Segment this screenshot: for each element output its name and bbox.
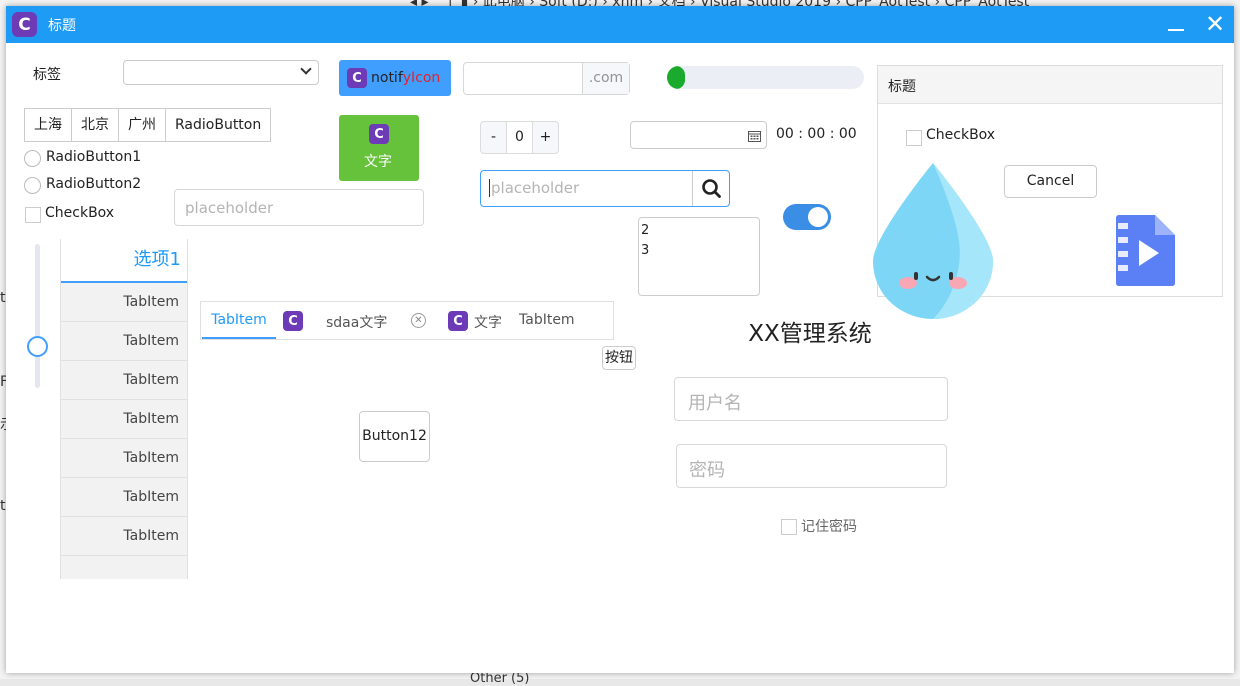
icon-button-label: 文字 <box>364 154 392 170</box>
password-input[interactable]: 密码 <box>676 444 947 488</box>
app-logo-icon: C <box>283 311 303 331</box>
tab-item[interactable]: TabItem <box>519 312 575 328</box>
tab-item-selected[interactable]: TabItem <box>202 302 276 339</box>
toggle-knob <box>808 207 828 227</box>
text-cursor <box>489 179 490 197</box>
notify-icon-button[interactable]: C notif yIcon <box>339 60 451 96</box>
small-button[interactable]: 按钮 <box>602 346 636 370</box>
app-logo-icon: C <box>369 124 389 144</box>
time-display[interactable]: 00 : 00 : 00 <box>776 126 857 142</box>
vertical-tab-item[interactable]: TabItem <box>61 439 187 478</box>
cancel-button[interactable]: Cancel <box>1004 165 1097 198</box>
segment-item[interactable]: 上海 <box>25 109 72 141</box>
vertical-tab-item[interactable]: TabItem <box>61 517 187 556</box>
vertical-slider-track[interactable] <box>35 244 40 388</box>
segment-item[interactable]: 广州 <box>119 109 166 141</box>
remember-password-checkbox[interactable] <box>781 519 797 535</box>
vertical-tab-item[interactable]: TabItem <box>61 322 187 361</box>
segment-item[interactable]: RadioButton <box>166 109 270 141</box>
checkbox-label: CheckBox <box>45 205 115 221</box>
password-placeholder: 密码 <box>689 460 725 481</box>
segment-item[interactable]: 北京 <box>72 109 119 141</box>
field-label: 标签 <box>33 67 61 83</box>
app-logo-icon: C <box>448 311 468 331</box>
segmented-control: 上海 北京 广州 RadioButton <box>24 108 272 142</box>
vertical-tab-selected[interactable]: 选项1 <box>61 239 187 283</box>
horizontal-tab-bar: TabItem C sdaa文字 ✕ C 文字 TabItem <box>200 301 614 340</box>
text-input[interactable]: placeholder <box>174 189 424 226</box>
notify-label-suffix: yIcon <box>402 70 441 86</box>
number-stepper: - 0 + <box>480 121 559 154</box>
icon-text-button[interactable]: C 文字 <box>339 115 419 181</box>
stepper-value[interactable]: 0 <box>507 122 532 153</box>
multiline-text-area[interactable]: 2 3 <box>638 217 760 296</box>
text-line: 3 <box>641 243 650 258</box>
domain-input[interactable] <box>464 63 582 94</box>
minimize-icon <box>1168 29 1184 31</box>
close-button[interactable]: ✕ <box>1202 12 1228 38</box>
slider-thumb[interactable] <box>27 336 48 358</box>
vertical-tab-item[interactable]: TabItem <box>61 361 187 400</box>
title-bar[interactable]: C 标题 ✕ <box>6 6 1234 43</box>
water-drop-mascot-icon <box>873 163 993 319</box>
vertical-tab-item[interactable]: TabItem <box>61 283 187 322</box>
radio-button[interactable] <box>24 150 41 167</box>
combo-box[interactable] <box>123 60 319 85</box>
text-line: 2 <box>641 223 650 238</box>
group-box-header: 标题 <box>878 66 1222 104</box>
vertical-tab-item[interactable]: TabItem <box>61 400 187 439</box>
search-input[interactable]: placeholder <box>491 179 579 197</box>
app-logo-icon: C <box>347 68 367 88</box>
progress-bar <box>667 66 864 89</box>
search-box: placeholder <box>480 170 730 207</box>
stepper-plus-button[interactable]: + <box>532 122 558 153</box>
window-title: 标题 <box>48 18 76 34</box>
login-title: XX管理系统 <box>748 321 872 347</box>
remember-password-label: 记住密码 <box>801 519 857 535</box>
chevron-down-icon <box>300 63 312 75</box>
radio-label: RadioButton2 <box>46 176 142 192</box>
progress-fill <box>667 66 685 89</box>
username-input[interactable]: 用户名 <box>674 377 948 421</box>
app-logo-icon: C <box>12 12 37 37</box>
tab-item[interactable]: 文字 <box>474 312 502 332</box>
toggle-switch[interactable] <box>783 204 831 230</box>
username-placeholder: 用户名 <box>688 393 742 414</box>
vertical-tab-list: TabItem TabItem TabItem TabItem TabItem … <box>61 283 187 579</box>
search-icon <box>702 179 721 198</box>
groupbox-checkbox[interactable] <box>906 130 922 146</box>
checkbox[interactable] <box>25 207 41 223</box>
text-input-placeholder: placeholder <box>185 199 274 217</box>
radio-label: RadioButton1 <box>46 149 142 165</box>
minimize-button[interactable] <box>1164 12 1190 38</box>
stepper-minus-button[interactable]: - <box>481 122 507 153</box>
tab-close-icon[interactable]: ✕ <box>411 313 426 328</box>
search-button[interactable] <box>692 171 729 206</box>
video-file-icon <box>1116 215 1175 286</box>
group-box-title: 标题 <box>888 79 916 95</box>
tab-item[interactable]: sdaa文字 <box>326 312 387 332</box>
button12[interactable]: Button12 <box>359 411 430 462</box>
domain-suffix: .com <box>582 63 629 94</box>
domain-input-group: .com <box>463 62 630 95</box>
calendar-icon <box>748 131 761 142</box>
main-window: C 标题 ✕ 标签 C notif yIcon .com 标题 CheckBox … <box>6 6 1234 673</box>
vertical-tab-control: 选项1 TabItem TabItem TabItem TabItem TabI… <box>60 239 188 579</box>
radio-button[interactable] <box>24 177 41 194</box>
vertical-tab-item[interactable]: TabItem <box>61 478 187 517</box>
groupbox-checkbox-label: CheckBox <box>926 127 996 143</box>
notify-label-prefix: notif <box>371 70 403 86</box>
date-picker[interactable] <box>630 121 767 149</box>
